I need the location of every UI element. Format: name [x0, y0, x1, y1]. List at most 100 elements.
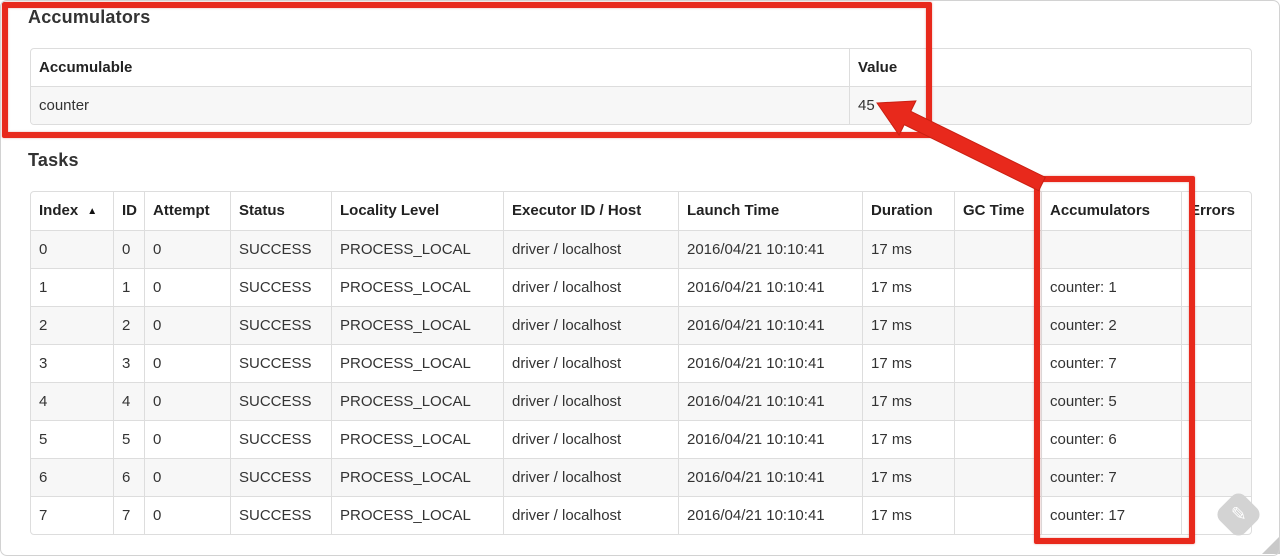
table-cell [954, 230, 1041, 268]
table-cell: 2 [31, 306, 113, 344]
table-cell: 17 ms [862, 268, 954, 306]
table-cell: counter: 7 [1041, 458, 1181, 496]
column-header-value[interactable]: Value [849, 49, 1251, 86]
table-cell: driver / localhost [503, 306, 678, 344]
page-corner-fold-icon [1262, 536, 1280, 554]
table-cell: SUCCESS [230, 458, 331, 496]
table-cell: counter: 7 [1041, 344, 1181, 382]
table-cell: counter: 5 [1041, 382, 1181, 420]
table-cell [1181, 382, 1251, 420]
table-row: 2 2 0 SUCCESS PROCESS_LOCAL driver / localhos… [31, 306, 1251, 344]
table-cell: SUCCESS [230, 496, 331, 534]
table-cell: 2016/04/21 10:10:41 [678, 420, 862, 458]
pencil-icon: ✎ [1230, 503, 1247, 525]
table-cell: 0 [113, 230, 144, 268]
table-cell: SUCCESS [230, 420, 331, 458]
table-cell [1181, 344, 1251, 382]
table-cell [1181, 230, 1251, 268]
table-cell: 0 [144, 344, 230, 382]
table-cell: SUCCESS [230, 268, 331, 306]
table-cell: 0 [144, 230, 230, 268]
table-cell: counter: 1 [1041, 268, 1181, 306]
column-header-id[interactable]: ID [113, 192, 144, 230]
table-cell: driver / localhost [503, 230, 678, 268]
table-cell: 4 [31, 382, 113, 420]
table-cell: 17 ms [862, 420, 954, 458]
sort-asc-icon: ▲ [87, 206, 98, 217]
table-cell: counter: 17 [1041, 496, 1181, 534]
table-cell: driver / localhost [503, 458, 678, 496]
table-cell: 45 [849, 86, 1251, 124]
table-cell: 1 [113, 268, 144, 306]
column-header-gc-time[interactable]: GC Time [954, 192, 1041, 230]
tasks-table: Index ▲ ID Attempt Status Locality Level Execu… [30, 191, 1252, 535]
table-row: 6 6 0 SUCCESS PROCESS_LOCAL driver / localhos… [31, 458, 1251, 496]
table-cell: 2016/04/21 10:10:41 [678, 306, 862, 344]
table-cell: PROCESS_LOCAL [331, 420, 503, 458]
table-cell: 2016/04/21 10:10:41 [678, 268, 862, 306]
table-cell: 0 [144, 420, 230, 458]
table-cell: 0 [31, 230, 113, 268]
accumulators-section-heading: Accumulators [28, 7, 151, 27]
table-cell: SUCCESS [230, 230, 331, 268]
table-cell: driver / localhost [503, 268, 678, 306]
table-cell: 3 [31, 344, 113, 382]
table-cell: 2 [113, 306, 144, 344]
table-cell: 4 [113, 382, 144, 420]
column-header-duration[interactable]: Duration [862, 192, 954, 230]
table-cell: 0 [144, 306, 230, 344]
table-cell: 6 [113, 458, 144, 496]
table-cell: 7 [113, 496, 144, 534]
table-cell [1181, 306, 1251, 344]
column-header-accumulable[interactable]: Accumulable [31, 49, 849, 86]
table-cell: 5 [31, 420, 113, 458]
table-cell [1041, 230, 1181, 268]
table-row: 0 0 0 SUCCESS PROCESS_LOCAL driver / localhos… [31, 230, 1251, 268]
table-cell [954, 382, 1041, 420]
table-cell: 6 [31, 458, 113, 496]
table-cell [954, 268, 1041, 306]
table-cell: SUCCESS [230, 306, 331, 344]
column-header-executor-id-host[interactable]: Executor ID / Host [503, 192, 678, 230]
tasks-section-heading: Tasks [28, 150, 79, 170]
column-header-index[interactable]: Index ▲ [31, 192, 113, 230]
table-cell: 17 ms [862, 344, 954, 382]
table-cell [1181, 458, 1251, 496]
table-cell: PROCESS_LOCAL [331, 382, 503, 420]
table-cell: driver / localhost [503, 382, 678, 420]
table-row: 1 1 0 SUCCESS PROCESS_LOCAL driver / localhos… [31, 268, 1251, 306]
table-cell [954, 306, 1041, 344]
table-cell: PROCESS_LOCAL [331, 458, 503, 496]
table-cell: PROCESS_LOCAL [331, 230, 503, 268]
column-header-launch-time[interactable]: Launch Time [678, 192, 862, 230]
table-cell: 2016/04/21 10:10:41 [678, 496, 862, 534]
table-row: 4 4 0 SUCCESS PROCESS_LOCAL driver / localhos… [31, 382, 1251, 420]
table-cell: 0 [144, 496, 230, 534]
table-cell: 17 ms [862, 496, 954, 534]
table-cell: PROCESS_LOCAL [331, 306, 503, 344]
table-cell: driver / localhost [503, 420, 678, 458]
column-header-errors[interactable]: Errors [1181, 192, 1251, 230]
table-cell: 17 ms [862, 382, 954, 420]
table-cell: counter: 6 [1041, 420, 1181, 458]
column-header-status[interactable]: Status [230, 192, 331, 230]
table-cell: 0 [144, 458, 230, 496]
table-cell [1181, 420, 1251, 458]
table-cell: 0 [144, 382, 230, 420]
table-cell: driver / localhost [503, 344, 678, 382]
tasks-table-header-row: Index ▲ ID Attempt Status Locality Level Execu… [31, 192, 1251, 230]
accumulators-table-header-row: Accumulable Value [31, 49, 1251, 86]
accumulators-table: Accumulable Value counter 45 [30, 48, 1252, 125]
table-cell [954, 496, 1041, 534]
table-cell: 7 [31, 496, 113, 534]
table-cell: 3 [113, 344, 144, 382]
column-header-attempt[interactable]: Attempt [144, 192, 230, 230]
table-row: 5 5 0 SUCCESS PROCESS_LOCAL driver / localhos… [31, 420, 1251, 458]
column-header-locality-level[interactable]: Locality Level [331, 192, 503, 230]
column-header-accumulators[interactable]: Accumulators [1041, 192, 1181, 230]
table-cell: driver / localhost [503, 496, 678, 534]
table-cell [954, 420, 1041, 458]
table-cell: PROCESS_LOCAL [331, 344, 503, 382]
table-cell: 2016/04/21 10:10:41 [678, 458, 862, 496]
table-row: 3 3 0 SUCCESS PROCESS_LOCAL driver / localhos… [31, 344, 1251, 382]
